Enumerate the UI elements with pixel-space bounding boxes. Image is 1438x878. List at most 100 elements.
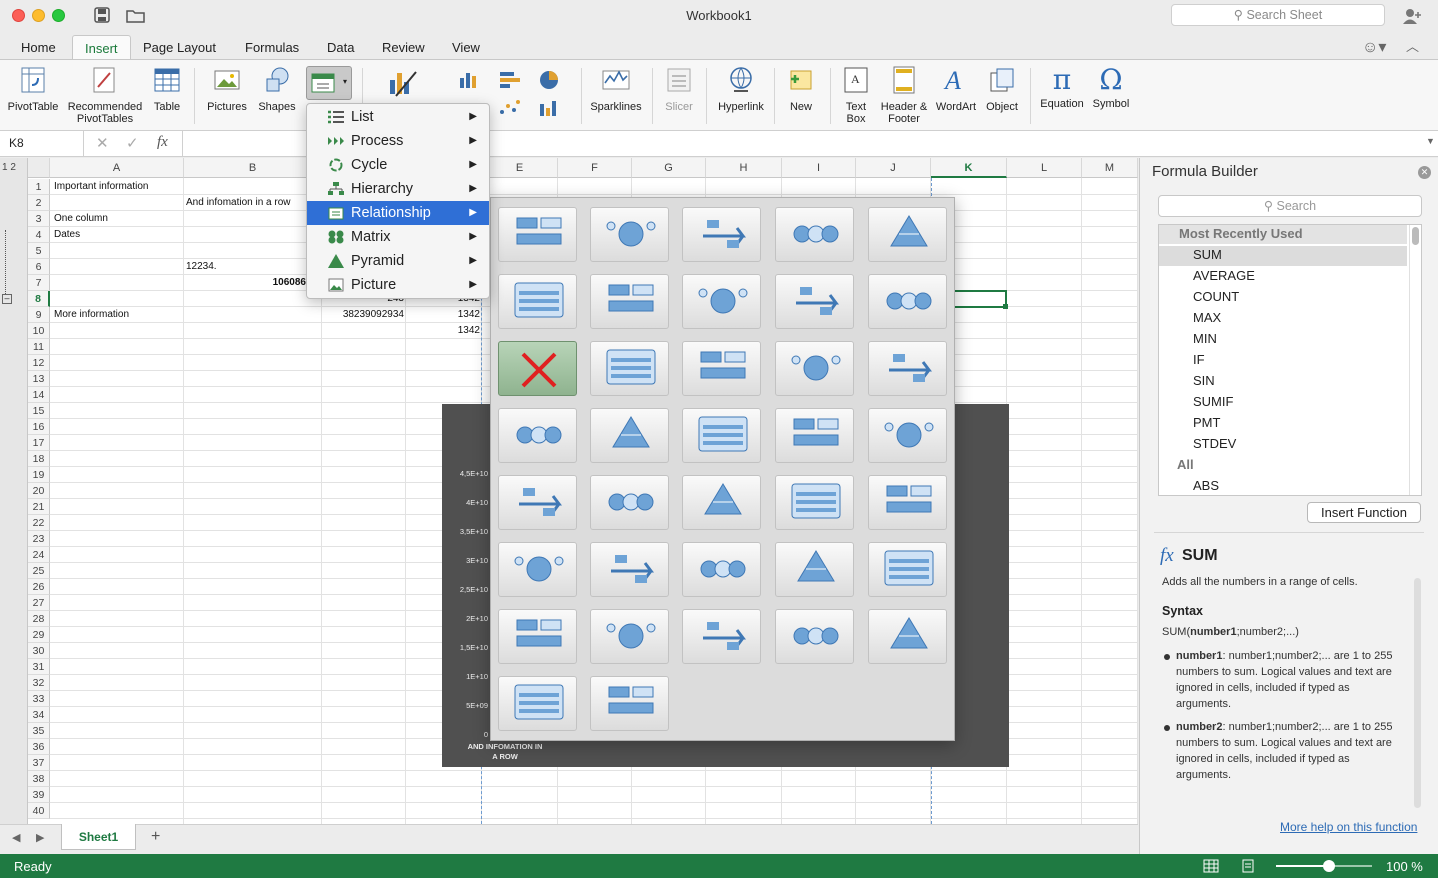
recommended-charts-icon[interactable] [386,68,426,98]
smartart-thumbnail[interactable] [775,542,854,597]
smartart-thumbnail[interactable] [498,475,577,530]
cell-a3[interactable]: One column [54,211,182,227]
zoom-slider-thumb[interactable] [1322,860,1335,872]
function-sin[interactable]: SIN [1193,373,1215,388]
row-header-10[interactable]: 10 [28,323,50,339]
smartart-thumbnail[interactable] [775,207,854,262]
smartart-button[interactable]: ▾ [306,66,352,100]
pictures-button[interactable]: Pictures [204,65,250,113]
row-header-25[interactable]: 25 [28,563,50,579]
row-header-3[interactable]: 3 [28,211,50,227]
smartart-thumbnail[interactable] [868,542,947,597]
row-header-20[interactable]: 20 [28,483,50,499]
object-button[interactable]: Object [982,65,1022,113]
column-chart-icon[interactable] [458,70,486,90]
smartart-thumbnail[interactable] [868,609,947,664]
column-header-b[interactable]: B [184,158,322,178]
column-header-a[interactable]: A [50,158,184,178]
recommended-pivottables-button[interactable]: Recommended PivotTables [64,65,146,125]
prev-sheet-icon[interactable]: ◀ [12,831,20,844]
text-box-button[interactable]: A Text Box [838,65,874,125]
wordart-button[interactable]: A WordArt [932,65,980,113]
smartart-thumbnail[interactable] [590,408,669,463]
row-header-31[interactable]: 31 [28,659,50,675]
smartart-thumbnail[interactable] [498,542,577,597]
row-header-40[interactable]: 40 [28,803,50,819]
smartart-thumbnail[interactable] [590,475,669,530]
scatter-chart-icon[interactable] [498,98,526,118]
row-header-30[interactable]: 30 [28,643,50,659]
sparklines-button[interactable]: Sparklines [588,65,644,113]
search-sheet-input[interactable]: ⚲ Search Sheet [1171,4,1385,26]
function-min[interactable]: MIN [1193,331,1217,346]
row-header-19[interactable]: 19 [28,467,50,483]
cell-b7[interactable]: 106086 [186,275,306,291]
row-header-12[interactable]: 12 [28,355,50,371]
insert-function-button[interactable]: Insert Function [1307,502,1421,523]
row-header-29[interactable]: 29 [28,627,50,643]
smartart-thumbnail[interactable] [868,341,947,396]
smartart-thumbnail[interactable] [775,609,854,664]
smartart-thumbnail[interactable] [775,341,854,396]
column-header-g[interactable]: G [632,158,706,178]
cell-d9[interactable]: 1342 [410,307,480,323]
symbol-button[interactable]: Ω Symbol [1090,65,1132,111]
tab-data[interactable]: Data [315,35,366,60]
row-header-16[interactable]: 16 [28,419,50,435]
function-abs[interactable]: ABS [1193,478,1219,493]
smartart-thumbnail[interactable] [682,207,761,262]
fill-handle[interactable] [1003,304,1008,309]
pie-chart-icon[interactable] [538,69,566,91]
smartart-thumbnail[interactable] [775,274,854,329]
row-header-24[interactable]: 24 [28,547,50,563]
column-header-l[interactable]: L [1007,158,1082,178]
column-header-f[interactable]: F [558,158,632,178]
smartart-thumbnail[interactable] [775,408,854,463]
add-sheet-button[interactable]: + [151,828,160,846]
smartart-thumbnail[interactable] [498,609,577,664]
description-scrollbar[interactable] [1414,578,1421,808]
cell-b2[interactable]: And infomation in a row [186,195,306,211]
menu-item-relationship[interactable]: Relationship ▶ [307,201,489,225]
tab-insert[interactable]: Insert [72,35,131,60]
smiley-feedback-icon[interactable]: ☺▾ [1362,37,1386,57]
row-header-23[interactable]: 23 [28,531,50,547]
row-header-28[interactable]: 28 [28,611,50,627]
close-panel-icon[interactable]: ✕ [1418,166,1431,179]
row-header-21[interactable]: 21 [28,499,50,515]
smartart-thumbnail[interactable] [590,542,669,597]
cell-a4[interactable]: Dates [54,227,182,243]
row-header-13[interactable]: 13 [28,371,50,387]
row-header-36[interactable]: 36 [28,739,50,755]
other-charts-icon[interactable] [538,98,566,118]
smartart-thumbnail[interactable] [868,408,947,463]
list-scrollbar[interactable] [1409,225,1421,495]
function-list[interactable]: Most Recently Used SUM AVERAGE COUNT MAX MIN… [1158,224,1422,496]
function-if[interactable]: IF [1193,352,1205,367]
function-max[interactable]: MAX [1193,310,1221,325]
smartart-thumbnail[interactable] [498,274,577,329]
row-header-17[interactable]: 17 [28,435,50,451]
row-header-18[interactable]: 18 [28,451,50,467]
row-header-34[interactable]: 34 [28,707,50,723]
row-header-11[interactable]: 11 [28,339,50,355]
pivottable-button[interactable]: PivotTable [4,65,62,113]
menu-item-cycle[interactable]: Cycle ▶ [307,153,489,177]
shapes-button[interactable]: Shapes [254,65,300,113]
tab-review[interactable]: Review [370,35,437,60]
row-header-32[interactable]: 32 [28,675,50,691]
row-header-8[interactable]: 8 [28,291,50,307]
function-pmt[interactable]: PMT [1193,415,1220,430]
tab-page-layout[interactable]: Page Layout [131,35,228,60]
smartart-thumbnail[interactable] [682,542,761,597]
cell-a1[interactable]: Important information [54,179,184,195]
function-sum[interactable]: SUM [1193,247,1222,262]
header-footer-button[interactable]: Header & Footer [878,65,930,125]
row-header-22[interactable]: 22 [28,515,50,531]
row-header-27[interactable]: 27 [28,595,50,611]
cell-d10[interactable]: 1342 [410,323,480,339]
column-header-e[interactable]: E [482,158,558,178]
menu-item-hierarchy[interactable]: Hierarchy ▶ [307,177,489,201]
smartart-thumbnail[interactable] [590,274,669,329]
smartart-thumbnail[interactable] [682,408,761,463]
